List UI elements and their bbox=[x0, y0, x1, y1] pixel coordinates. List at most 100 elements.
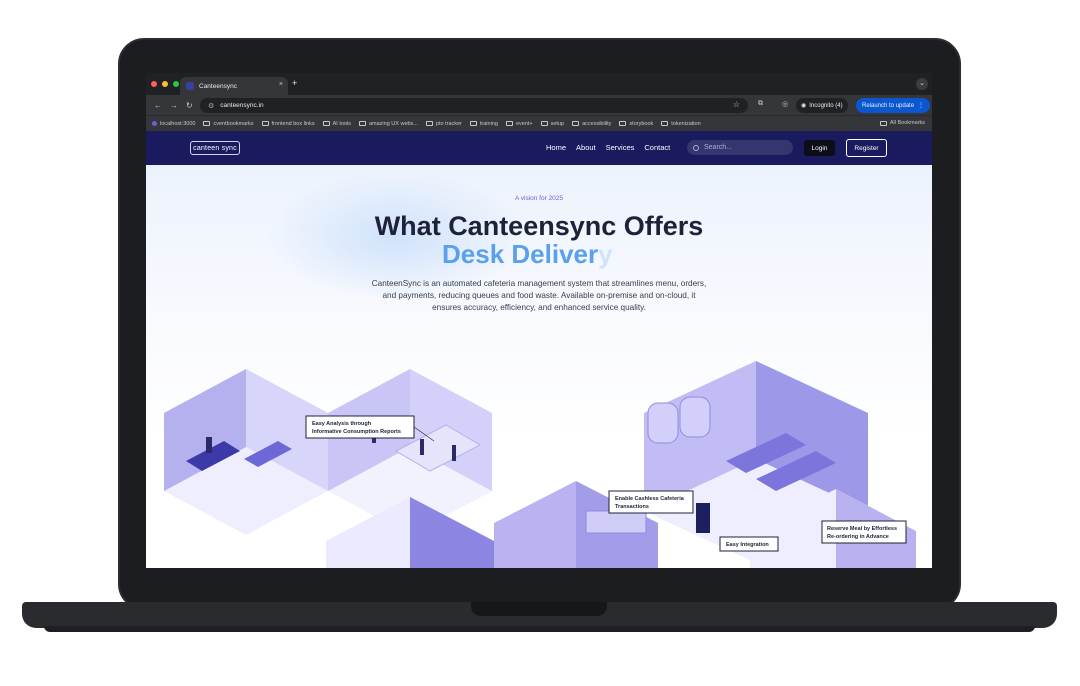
reception-room bbox=[164, 369, 328, 535]
bookmark-folder[interactable]: accessibility bbox=[572, 121, 611, 127]
bookmark-folder[interactable]: cventbookmarks bbox=[203, 120, 254, 127]
folder-icon bbox=[540, 121, 548, 126]
folder-icon bbox=[505, 121, 513, 126]
nav-links: Home About Services Contact bbox=[546, 143, 670, 152]
bookmark-label: event+ bbox=[515, 120, 533, 127]
laptop-screen: Canteensync × + ⌄ ← → ↻ ⚙ canteensync.in… bbox=[146, 73, 932, 568]
folder-icon bbox=[261, 121, 269, 126]
maximize-window-dot[interactable] bbox=[173, 81, 179, 87]
login-button[interactable]: Login bbox=[804, 140, 835, 156]
hero-description: CanteenSync is an automated cafeteria ma… bbox=[371, 279, 707, 312]
bookmark-label: cventbookmarks bbox=[213, 120, 254, 127]
browser-toolbar: ← → ↻ ⚙ canteensync.in ☆ ⧉ ◎ ◉ Incognito… bbox=[146, 95, 932, 115]
bookmarks-bar: localhost:3000 cventbookmarks frontend b… bbox=[146, 115, 932, 131]
tab-search-chevron-icon[interactable]: ⌄ bbox=[916, 78, 928, 90]
tab-title: Canteensync bbox=[199, 82, 237, 90]
hero-headline: What Canteensync Offers bbox=[374, 211, 704, 241]
bookmark-label: tokenization bbox=[671, 120, 701, 127]
callout-reserve-line-1: Reserve Meal by Effortless bbox=[827, 526, 897, 532]
folder-icon bbox=[425, 121, 433, 126]
search-placeholder: Search... bbox=[704, 144, 733, 151]
bookmark-folder[interactable]: amazing UX webs... bbox=[358, 120, 418, 127]
favicon-icon bbox=[186, 82, 194, 90]
bookmark-folder[interactable]: storybook bbox=[619, 121, 653, 127]
incognito-badge[interactable]: ◉ Incognito (4) bbox=[796, 98, 848, 113]
browser-tab[interactable]: Canteensync × bbox=[180, 77, 288, 95]
callout-cashless-line-2: Transactions bbox=[615, 504, 649, 510]
reload-icon[interactable]: ↻ bbox=[186, 101, 193, 110]
bookmark-star-icon[interactable]: ☆ bbox=[733, 100, 740, 109]
bookmark-favicon-icon bbox=[152, 121, 157, 126]
all-bookmarks[interactable]: All Bookmarks bbox=[879, 120, 925, 126]
browser-tab-bar: Canteensync × + ⌄ bbox=[146, 73, 932, 95]
folder-icon bbox=[203, 121, 211, 126]
bookmark-folder[interactable]: AI tools bbox=[322, 120, 351, 127]
folder-icon bbox=[322, 121, 330, 126]
callout-reserve: Reserve Meal by Effortless Re-ordering i… bbox=[821, 520, 907, 544]
bookmark-item[interactable]: localhost:3000 bbox=[152, 121, 195, 127]
search-icon bbox=[693, 144, 699, 151]
incognito-icon: ◉ bbox=[801, 103, 807, 109]
kebab-menu-icon[interactable]: ⋮ bbox=[918, 102, 924, 109]
relaunch-label: Relaunch to update bbox=[862, 102, 915, 109]
minimize-window-dot[interactable] bbox=[162, 81, 168, 87]
laptop-notch bbox=[471, 602, 607, 616]
bookmark-label: training bbox=[479, 120, 498, 127]
bookmark-label: frontend box links bbox=[271, 120, 315, 127]
callout-analysis-line-1: Easy Analysis through bbox=[312, 421, 372, 427]
folder-icon bbox=[661, 121, 669, 126]
address-url: canteensync.in bbox=[220, 102, 264, 109]
hero-rotating-word: Desk Delivery bbox=[442, 239, 642, 270]
bookmark-label: amazing UX webs... bbox=[368, 120, 418, 127]
bookmark-folder[interactable]: frontend box links bbox=[261, 120, 315, 127]
site-info-icon[interactable]: ⚙ bbox=[208, 102, 214, 110]
callout-cashless: Enable Cashless Cafeteria Transactions bbox=[608, 490, 694, 514]
nav-home[interactable]: Home bbox=[546, 143, 566, 152]
rotating-word-text: Desk Deliver bbox=[442, 239, 599, 269]
all-bookmarks-label: All Bookmarks bbox=[889, 120, 925, 126]
folder-icon bbox=[619, 121, 627, 126]
callout-reserve-line-2: Re-ordering in Advance bbox=[827, 534, 889, 540]
bookmark-folder[interactable]: pto tracker bbox=[425, 120, 462, 127]
folder-icon bbox=[879, 120, 887, 126]
nav-about[interactable]: About bbox=[576, 143, 596, 152]
laptop-base-foot bbox=[44, 626, 1035, 632]
bookmark-folder[interactable]: training bbox=[469, 120, 498, 127]
nav-services[interactable]: Services bbox=[606, 143, 635, 152]
register-button[interactable]: Register bbox=[846, 139, 887, 157]
new-tab-icon[interactable]: + bbox=[292, 78, 297, 88]
forward-arrow-icon[interactable]: → bbox=[170, 101, 178, 110]
folder-icon bbox=[469, 121, 477, 126]
extensions-icon[interactable]: ⧉ bbox=[758, 100, 763, 108]
search-input[interactable]: Search... bbox=[687, 140, 793, 155]
bookmark-label: setup bbox=[550, 120, 565, 127]
site-navbar: canteen sync Home About Services Contact… bbox=[146, 131, 932, 165]
folder-icon bbox=[572, 121, 580, 126]
nav-contact[interactable]: Contact bbox=[644, 143, 670, 152]
canteensync-logo[interactable]: canteen sync bbox=[190, 141, 240, 155]
close-window-dot[interactable] bbox=[151, 81, 157, 87]
callout-integration-text: Easy Integration bbox=[726, 542, 769, 548]
callout-cashless-line-1: Enable Cashless Cafeteria bbox=[615, 496, 685, 502]
bookmark-label: accessibility bbox=[582, 120, 612, 127]
incognito-label: Incognito (4) bbox=[809, 102, 843, 109]
tab-close-icon[interactable]: × bbox=[279, 81, 283, 88]
bookmark-label: pto tracker bbox=[435, 120, 462, 127]
rotating-word-fade: y bbox=[598, 239, 613, 269]
bookmark-folder[interactable]: event+ bbox=[505, 120, 533, 127]
callout-analysis-line-2: Informative Consumption Reports bbox=[312, 429, 401, 435]
bookmark-folder[interactable]: setup bbox=[540, 120, 565, 127]
bookmark-label: AI tools bbox=[332, 120, 351, 127]
bookmark-label: storybook bbox=[629, 120, 654, 127]
media-icon[interactable]: ◎ bbox=[782, 100, 788, 108]
website-viewport: canteen sync Home About Services Contact… bbox=[146, 131, 932, 568]
hero-eyebrow: A vision for 2025 bbox=[514, 195, 564, 202]
bookmark-label: localhost:3000 bbox=[160, 120, 196, 127]
callout-integration: Easy Integration bbox=[719, 536, 779, 552]
bookmark-folder[interactable]: tokenization bbox=[661, 120, 701, 127]
back-arrow-icon[interactable]: ← bbox=[154, 101, 162, 110]
address-bar[interactable]: ⚙ canteensync.in ☆ bbox=[200, 98, 748, 113]
relaunch-button[interactable]: Relaunch to update ⋮ bbox=[856, 98, 931, 113]
isometric-office-illustration: Easy Analysis through Informative Consum… bbox=[164, 361, 916, 568]
folder-icon bbox=[358, 121, 366, 126]
